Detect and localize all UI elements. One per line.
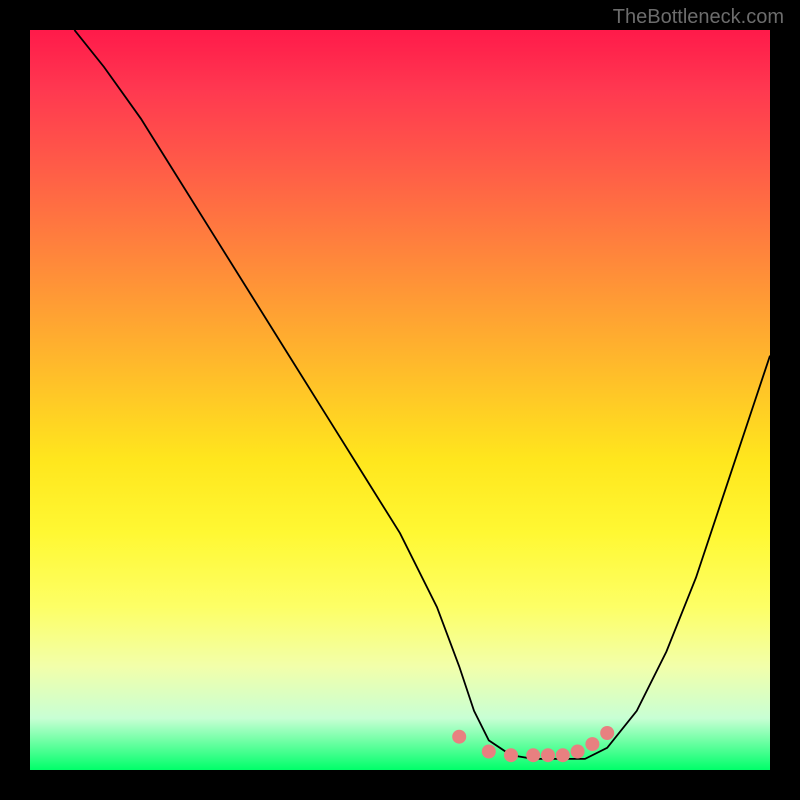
chart-plot-area (30, 30, 770, 770)
highlight-dot (541, 748, 555, 762)
highlight-dot (452, 730, 466, 744)
highlight-dot (556, 748, 570, 762)
chart-svg (30, 30, 770, 770)
highlight-dot (526, 748, 540, 762)
highlight-dot (482, 745, 496, 759)
bottleneck-curve (74, 30, 770, 759)
highlight-dot (600, 726, 614, 740)
watermark-text: TheBottleneck.com (613, 6, 784, 29)
highlight-dot (571, 745, 585, 759)
highlight-dot (585, 737, 599, 751)
highlight-dot (504, 748, 518, 762)
